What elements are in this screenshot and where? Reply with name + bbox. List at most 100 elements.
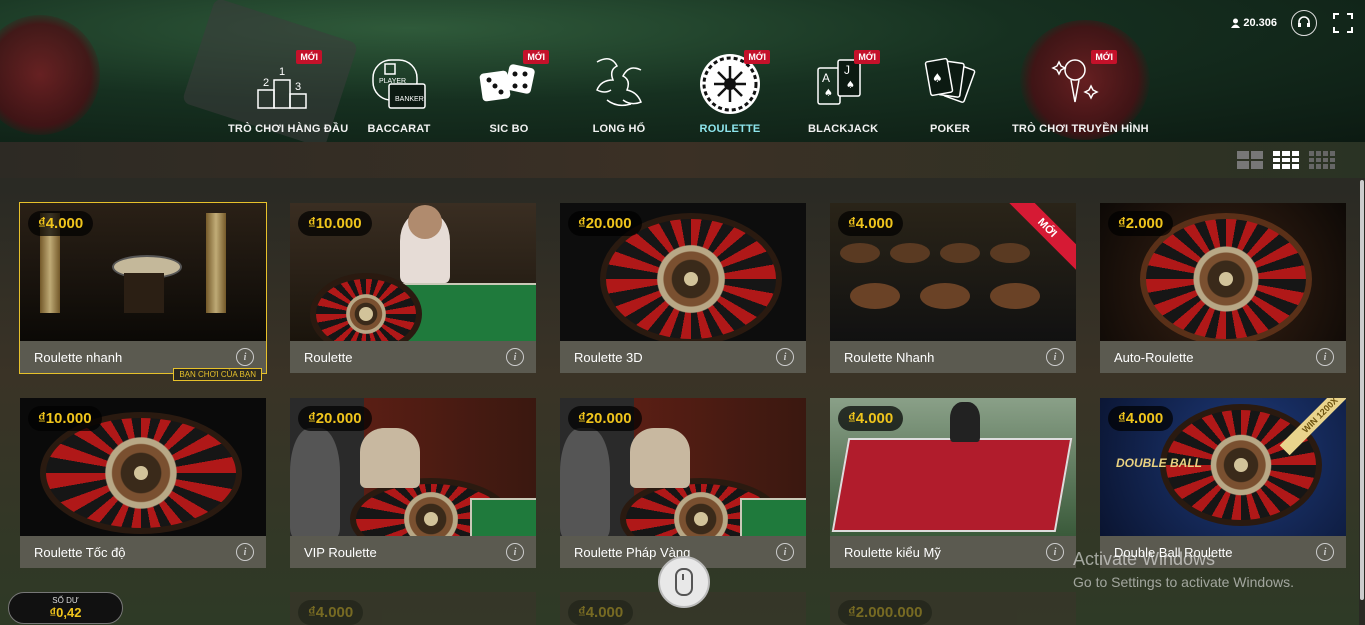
fullscreen-button[interactable] [1331,11,1355,35]
game-tile[interactable]: ₫4.000 Roulette kiểu Mỹ i [830,398,1076,568]
nav-item-poker[interactable]: ♠ POKER [918,50,982,135]
game-tile-partial[interactable]: ₫2.000.000 [830,592,1076,625]
baccarat-icon: PLAYER BANKER [367,50,431,114]
support-icon [1298,16,1310,27]
info-icon[interactable]: i [1046,543,1064,561]
small-grid-view-icon[interactable] [1309,151,1335,169]
game-name: Roulette 3D [574,349,643,365]
svg-text:J: J [844,63,850,77]
game-tile[interactable]: ₫2.000 Auto-Roulette i [1100,203,1346,373]
nav-item-sic-bo[interactable]: MỚI SIC BO [477,50,549,135]
top-right-controls: 20.306 [1231,10,1355,36]
info-icon[interactable]: i [1316,543,1334,561]
info-icon[interactable]: i [776,543,794,561]
new-badge: MỚI [744,50,770,64]
support-button[interactable] [1291,10,1317,36]
balance-display: SỐ DƯ ₫0,42 [8,592,123,624]
scroll-down-button[interactable] [658,556,710,608]
nav-item-dragon-tiger[interactable]: LONG HỔ [587,50,651,135]
min-bet-badge: ₫20.000 [568,211,642,236]
min-bet-badge: ₫4.000 [838,406,904,431]
user-icon [1231,18,1241,28]
game-tile[interactable]: ₫4.000 Roulette nhanh i BẠN CHƠI CỦA BẠN [19,202,267,381]
svg-text:♠: ♠ [846,80,855,91]
nav-item-top-games[interactable]: 2 1 3 MỚI TRÒ CHƠI HÀNG ĐẦU [228,50,349,135]
game-tile-partial[interactable]: ₫4.000 [290,592,536,625]
min-bet-badge: ₫10.000 [298,211,372,236]
min-bet-badge: ₫4.000 [28,211,94,236]
info-icon[interactable]: i [776,348,794,366]
your-game-badge: BẠN CHƠI CỦA BẠN [173,368,262,381]
game-tile[interactable]: MỚI ₫4.000 Roulette Nhanh i [830,203,1076,373]
min-bet-badge: ₫2.000.000 [838,600,933,625]
min-bet-badge: ₫4.000 [838,211,904,236]
game-name: VIP Roulette [304,544,377,560]
watermark-title: Activate Windows [1073,549,1216,569]
game-tile[interactable]: ₫10.000 Roulette i [290,203,536,373]
game-name: Roulette Nhanh [844,349,935,365]
min-bet-badge: ₫4.000 [568,600,634,625]
poker-cards-icon: ♠ [918,50,982,114]
info-icon[interactable]: i [506,348,524,366]
nav-item-tv-games[interactable]: MỚI TRÒ CHƠI TRUYỀN HÌNH [1012,50,1149,135]
game-tile[interactable]: ₫20.000 Roulette 3D i [560,203,806,373]
game-tile[interactable]: DOUBLE BALL WIN 1200X ₫4.000 Double Ball… [1100,398,1346,568]
mouse-icon [675,568,693,596]
svg-text:3: 3 [295,81,301,93]
page-scrollbar[interactable] [1359,178,1365,625]
nav-item-baccarat[interactable]: PLAYER BANKER BACCARAT [367,50,431,135]
tile-footer: Auto-Roulette i [1100,341,1346,373]
top-navigation-bar: 20.306 2 1 3 MỚI TRÒ CHƠI HÀNG ĐẦU PLAYE… [0,0,1365,149]
balance-label: SỐ DƯ [52,596,79,605]
game-tile[interactable]: ₫10.000 Roulette Tốc độ i [20,398,266,568]
game-category-nav: 2 1 3 MỚI TRÒ CHƠI HÀNG ĐẦU PLAYER BANKE… [0,50,1365,142]
windows-activation-watermark: Activate Windows Go to Settings to activ… [1073,549,1294,590]
large-grid-view-icon[interactable] [1237,151,1263,169]
info-icon[interactable]: i [236,543,254,561]
baccarat-player-text: PLAYER [379,78,407,85]
info-icon[interactable]: i [1046,348,1064,366]
svg-text:♠: ♠ [932,71,943,85]
game-name: Roulette nhanh [34,349,123,365]
nav-label: BLACKJACK [808,123,879,135]
svg-text:1: 1 [279,66,285,78]
nav-item-roulette[interactable]: MỚI ROULETTE [698,50,770,135]
min-bet-badge: ₫4.000 [1108,406,1174,431]
dice-icon: MỚI [477,50,549,114]
tile-footer: Roulette i [290,341,536,373]
game-name: Roulette Tốc độ [34,544,126,560]
svg-text:A: A [822,71,830,85]
microphone-icon: MỚI [1045,50,1117,114]
balance-value: ₫0,42 [49,605,82,620]
svg-text:2: 2 [263,77,269,89]
scrollbar-thumb[interactable] [1360,180,1364,600]
medium-grid-view-icon[interactable] [1273,151,1299,169]
roulette-icon: MỚI [698,50,770,114]
info-icon[interactable]: i [506,543,524,561]
tile-footer: VIP Roulette i [290,536,536,568]
new-badge: MỚI [523,50,549,64]
game-name: Roulette kiểu Mỹ [844,544,941,560]
game-name: Auto-Roulette [1114,349,1194,365]
fullscreen-icon [1333,13,1353,33]
view-options-bar [0,142,1365,178]
game-tile[interactable]: ₫20.000 Roulette Pháp Vàng i [560,398,806,568]
podium-icon: 2 1 3 MỚI [250,50,322,114]
layout-toggles [1237,151,1335,169]
info-icon[interactable]: i [1316,348,1334,366]
blackjack-cards-icon: A J ♠ ♠ MỚI [808,50,880,114]
new-badge: MỚI [854,50,880,64]
info-icon[interactable]: i [236,348,254,366]
min-bet-badge: ₫4.000 [298,600,364,625]
new-badge: MỚI [296,50,322,64]
game-tile[interactable]: ₫20.000 VIP Roulette i [290,398,536,568]
nav-item-blackjack[interactable]: A J ♠ ♠ MỚI BLACKJACK [808,50,880,135]
svg-text:♠: ♠ [824,88,833,99]
nav-label: TRÒ CHƠI HÀNG ĐẦU [228,123,349,135]
tile-footer: Roulette kiểu Mỹ i [830,536,1076,568]
baccarat-banker-text: BANKER [395,96,424,103]
tile-footer: Roulette 3D i [560,341,806,373]
online-count-value: 20.306 [1243,17,1277,29]
game-name: Roulette [304,349,353,365]
double-ball-logo: DOUBLE BALL [1116,456,1202,470]
